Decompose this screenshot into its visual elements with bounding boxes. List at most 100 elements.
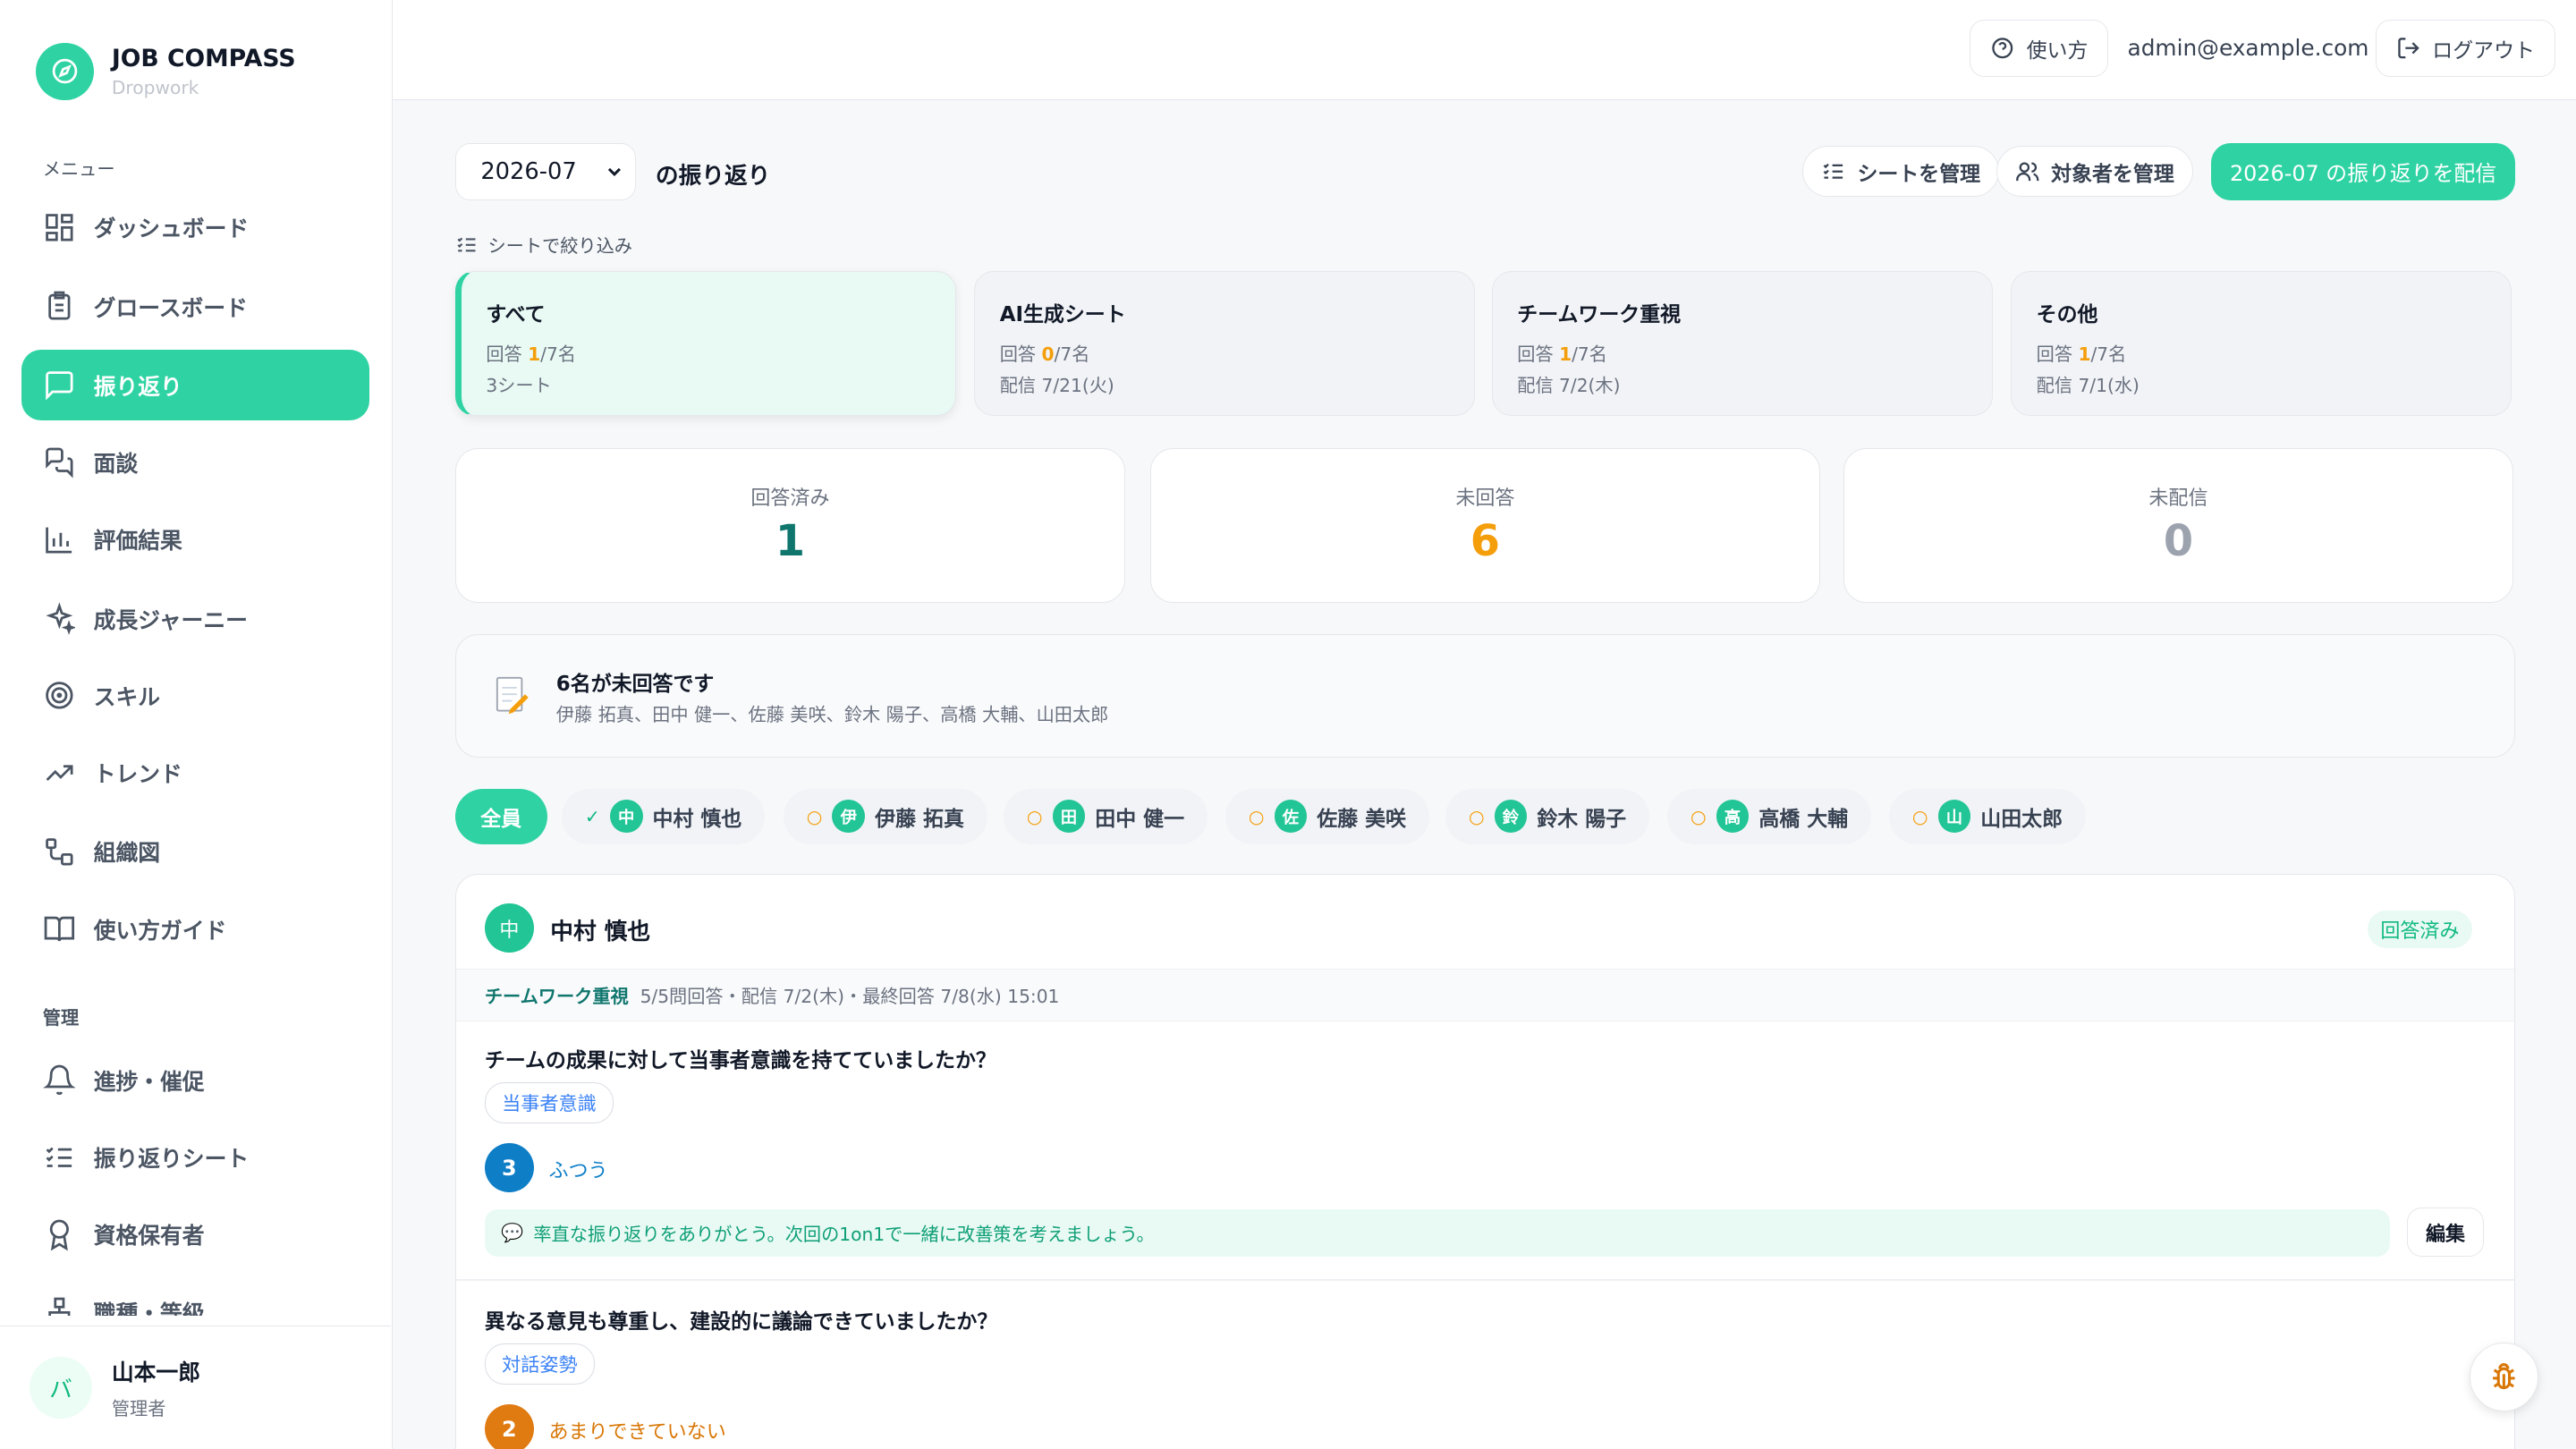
sidebar-item-progress[interactable]: 進捗・催促 (21, 1045, 369, 1115)
award-icon (49, 1219, 69, 1251)
help-button[interactable]: 使い方 (1970, 20, 2109, 78)
compass-icon (36, 42, 94, 101)
pending-circle-icon: ○ (1690, 805, 1707, 827)
sheet-filter-label: シートで絞り込み (455, 232, 632, 258)
manage-sheets-button[interactable]: シートを管理 (1801, 146, 2000, 198)
chevron-down-icon (607, 167, 621, 177)
manager-comment: 💬 率直な振り返りをありがとう。次回の1on1で一緒に改善策を考えましょう。 (484, 1208, 2391, 1258)
avatar: 山 (1937, 800, 1971, 834)
sidebar-item-label: 成長ジャーニー (93, 606, 248, 633)
question-tag: 対話姿勢 (484, 1343, 595, 1385)
score-label: ふつう (548, 1160, 608, 1183)
avatar: 中 (609, 800, 643, 834)
sheet-info: 3シート (486, 374, 552, 396)
sidebar-item-skills[interactable]: スキル (21, 660, 369, 731)
pending-circle-icon: ○ (1468, 805, 1485, 827)
manage-sheets-label: シートを管理 (1857, 162, 1981, 186)
chip-name: 中村 慎也 (652, 807, 742, 831)
sidebar-item-reflection-sheets[interactable]: 振り返りシート (21, 1122, 369, 1192)
sheet-title: チームワーク重視 (1517, 302, 1682, 326)
message-square-icon (45, 371, 73, 401)
avatar: 中 (484, 903, 534, 953)
sheet-card-teamwork[interactable]: チームワーク重視 回答 1/7名 配信 7/2(木) (1491, 271, 1993, 416)
sidebar-item-evaluation[interactable]: 評価結果 (21, 504, 369, 575)
edit-comment-button[interactable]: 編集 (2406, 1207, 2485, 1258)
month-select[interactable]: 2026-07 (454, 142, 636, 201)
org-chart-icon (45, 838, 73, 866)
sidebar-item-label: 振り返りシート (93, 1145, 250, 1172)
score-badge: 2 (484, 1404, 534, 1449)
chip-person[interactable]: ○ 高高橋 大輔 (1667, 788, 1871, 845)
app-sub: Dropwork (111, 77, 199, 99)
messages-icon (45, 447, 73, 479)
answered-check-icon: ✓ (584, 805, 600, 827)
sidebar-item-growth-journey[interactable]: 成長ジャーニー (21, 583, 369, 654)
sidebar-item-dashboard[interactable]: ダッシュボード (21, 192, 369, 263)
help-circle-icon (1992, 38, 2013, 59)
sheet-info: 配信 7/2(木) (1517, 374, 1621, 396)
chip-person[interactable]: ○ 佐佐藤 美咲 (1225, 788, 1429, 845)
sheet-info: 配信 7/1(水) (2036, 374, 2140, 396)
list-checks-icon (457, 237, 476, 251)
chip-name: 佐藤 美咲 (1317, 807, 1406, 831)
manage-targets-label: 対象者を管理 (2051, 162, 2174, 186)
sparkles-icon (46, 602, 76, 635)
logout-button[interactable]: ログアウト (2375, 20, 2556, 78)
chip-person[interactable]: ○ 鈴鈴木 陽子 (1445, 788, 1649, 845)
sidebar-item-label: トレンド (93, 761, 182, 788)
sheet-name: チームワーク重視 (484, 986, 629, 1008)
chip-person[interactable]: ○ 山山田太郎 (1889, 788, 2086, 845)
sidebar-item-certifications[interactable]: 資格保有者 (21, 1199, 369, 1270)
chip-person[interactable]: ○ 田田中 健一 (1004, 788, 1208, 845)
chip-all[interactable]: 全員 (454, 788, 547, 845)
question-tag: 当事者意識 (484, 1082, 614, 1124)
chip-name: 山田太郎 (1980, 807, 2063, 831)
sheet-response: 回答 1/7名 (2036, 343, 2127, 366)
chip-person[interactable]: ○ 伊伊藤 拓真 (784, 788, 987, 845)
book-open-icon (44, 917, 74, 942)
sheet-title: その他 (2036, 302, 2098, 326)
sidebar-item-job-grades[interactable]: 職種・等級 (21, 1276, 369, 1317)
sidebar-item-reflection[interactable]: 振り返り (21, 350, 370, 421)
response-detail-card (454, 874, 2515, 1449)
app-name: JOB COMPASS (111, 44, 296, 72)
manage-targets-button[interactable]: 対象者を管理 (1996, 146, 2194, 198)
trending-up-icon (46, 765, 73, 781)
user-profile[interactable]: バ 山本一郎 管理者 (0, 1326, 392, 1449)
sidebar-item-trend[interactable]: トレンド (21, 738, 369, 809)
bug-report-button[interactable] (2469, 1342, 2538, 1411)
dashboard-icon (45, 214, 73, 242)
sidebar-item-label: 使い方ガイド (93, 917, 227, 944)
status-badge: 回答済み (2367, 910, 2473, 948)
sheet-card-other[interactable]: その他 回答 1/7名 配信 7/1(水) (2011, 271, 2512, 416)
sidebar-item-guide[interactable]: 使い方ガイド (21, 894, 369, 964)
stat-unanswered: 未回答 6 (1149, 448, 1821, 604)
alert-names: 伊藤 拓真、田中 健一、佐藤 美咲、鈴木 陽子、高橋 大輔、山田太郎 (555, 704, 1109, 726)
menu-section-label: メニュー (42, 157, 115, 180)
sidebar-item-label: スキル (93, 683, 161, 710)
sheet-response: 回答 1/7名 (1517, 343, 1607, 366)
comment-text: 率直な振り返りをありがとう。次回の1on1で一緒に改善策を考えましょう。 (533, 1223, 1155, 1245)
stat-value: 1 (775, 517, 806, 567)
sidebar-item-growth-board[interactable]: グロースボード (21, 271, 369, 342)
sheet-card-all[interactable]: すべて 回答 1/7名 3シート (454, 271, 956, 416)
pending-circle-icon: ○ (1248, 805, 1265, 827)
month-value: 2026-07 (480, 157, 577, 185)
stat-label: 未配信 (2148, 487, 2208, 511)
sidebar-item-label: 面談 (93, 451, 139, 478)
sidebar-item-interview[interactable]: 面談 (21, 428, 369, 498)
chip-person[interactable]: ✓ 中中村 慎也 (562, 788, 765, 845)
sidebar-item-label: 評価結果 (93, 528, 182, 555)
filter-label-text: シートで絞り込み (487, 234, 632, 257)
response-meta: チームワーク重視 5/5問回答・配信 7/2(木)・最終回答 7/8(水) 15… (485, 982, 1060, 1008)
topbar: 使い方 admin@example.com ログアウト (392, 0, 2576, 101)
clipboard-icon (48, 291, 71, 320)
stat-answered: 回答済み 1 (454, 448, 1126, 604)
chip-name: 高橋 大輔 (1758, 807, 1849, 831)
sheet-card-ai[interactable]: AI生成シート 回答 0/7名 配信 7/21(火) (974, 271, 1476, 416)
distribute-button[interactable]: 2026-07 の振り返りを配信 (2211, 142, 2515, 201)
sidebar-item-label: 資格保有者 (93, 1223, 205, 1250)
brand[interactable]: JOB COMPASS Dropwork (36, 42, 296, 101)
help-label: 使い方 (2026, 39, 2089, 64)
sidebar-item-org-chart[interactable]: 組織図 (21, 817, 369, 887)
